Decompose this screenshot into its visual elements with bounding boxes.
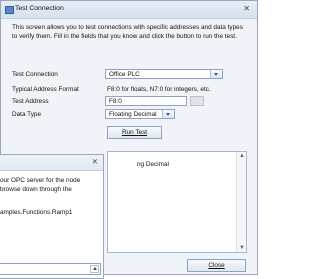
sub-title-bar: ✕ xyxy=(0,155,103,171)
data-type-combo[interactable]: Floating Decimal xyxy=(105,109,175,119)
sub-instructions: our OPC server for the node browse down … xyxy=(0,177,102,194)
address-format-label: Typical Address Format xyxy=(12,86,79,93)
scroll-down-icon[interactable]: ▼ xyxy=(239,245,245,251)
scroll-up-icon[interactable]: ▲ xyxy=(239,153,245,159)
run-test-button[interactable]: Run Test xyxy=(107,126,162,139)
intro-text: This screen allows you to test connectio… xyxy=(12,24,243,40)
test-address-value: F8:0 xyxy=(109,98,122,105)
results-text: ng Decimal xyxy=(137,161,169,168)
chevron-down-icon[interactable] xyxy=(162,110,174,118)
data-type-label: Data Type xyxy=(12,111,42,118)
close-label: Close xyxy=(208,262,225,269)
close-button[interactable]: Close xyxy=(187,259,246,272)
chevron-up-icon[interactable] xyxy=(90,265,99,273)
connection-window-icon xyxy=(5,6,14,14)
test-connection-label: Test Connection xyxy=(12,71,58,78)
test-address-label: Test Address xyxy=(12,98,49,105)
title-bar: Test Connection ✕ xyxy=(1,1,257,19)
sub-text-line1: our OPC server for the node xyxy=(0,177,81,184)
data-type-value: Floating Decimal xyxy=(109,111,157,118)
sub-text-line2: browse down through the xyxy=(0,185,72,193)
test-connection-value: Office PLC xyxy=(109,71,140,78)
results-scrollbar[interactable]: ▲ ▼ xyxy=(236,152,246,252)
address-browse-button[interactable] xyxy=(190,96,204,106)
opc-browse-dialog: ✕ our OPC server for the node browse dow… xyxy=(0,154,104,279)
close-icon[interactable]: ✕ xyxy=(92,157,98,166)
run-test-label: Run Test xyxy=(121,129,148,136)
address-format-value: F8:0 for floats, N7:0 for integers, etc. xyxy=(107,86,211,93)
chevron-down-icon[interactable] xyxy=(210,70,222,78)
node-path: amples.Functions.Ramp1 xyxy=(0,209,73,216)
test-connection-combo[interactable]: Office PLC xyxy=(105,69,223,79)
window-title: Test Connection xyxy=(15,5,64,12)
close-icon[interactable]: ✕ xyxy=(243,4,250,13)
test-address-input[interactable]: F8:0 xyxy=(105,96,187,106)
results-box[interactable]: ng Decimal ▲ ▼ xyxy=(107,151,247,253)
sub-input-field[interactable] xyxy=(0,263,101,275)
